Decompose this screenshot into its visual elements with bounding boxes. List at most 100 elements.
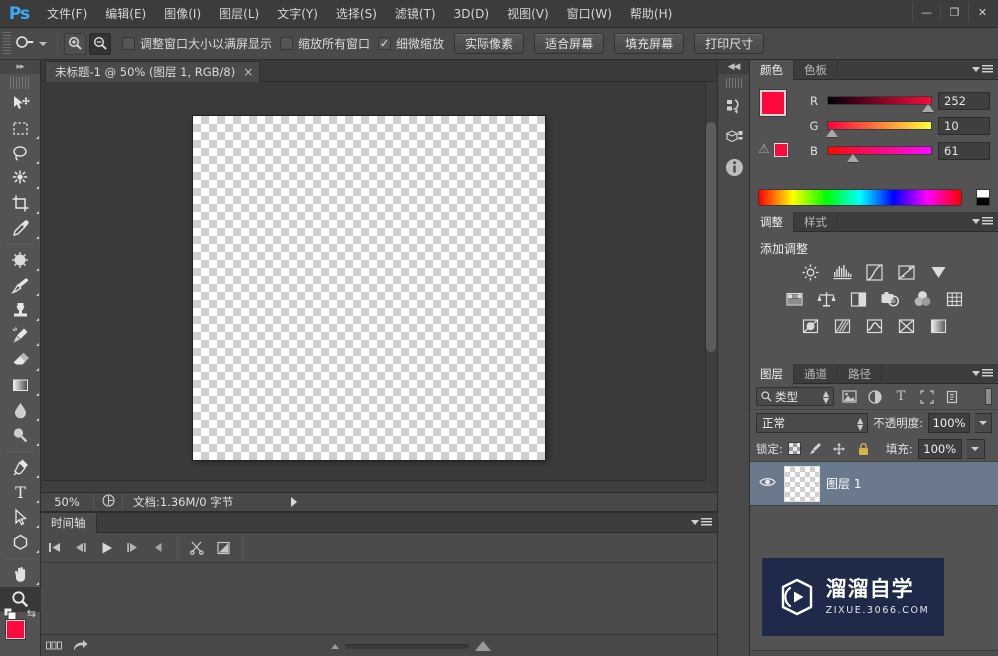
document-profile-icon[interactable] <box>98 494 118 510</box>
layers-panel-menu-button[interactable] <box>972 369 993 378</box>
document-tab[interactable]: 未标题-1 @ 50% (图层 1, RGB/8) × <box>45 61 261 82</box>
close-document-icon[interactable]: × <box>243 65 253 79</box>
color-balance-icon[interactable] <box>813 288 839 310</box>
menu-item-view[interactable]: 视图(V) <box>498 0 558 28</box>
toolbox-expand-collapse-icon[interactable]: ▸▸ <box>0 60 40 74</box>
transition-button[interactable] <box>210 533 236 563</box>
tab-swatches[interactable]: 色板 <box>794 59 838 80</box>
swap-colors-icon[interactable]: ⇆ <box>27 607 36 620</box>
filter-shape-icon[interactable] <box>916 387 938 407</box>
document-canvas[interactable] <box>193 116 545 460</box>
tool-path-selection[interactable] <box>0 505 41 530</box>
layer-thumbnail[interactable] <box>784 465 820 502</box>
menu-item-type[interactable]: 文字(Y) <box>268 0 327 28</box>
tool-eyedropper[interactable] <box>0 216 41 241</box>
filter-enable-toggle[interactable] <box>985 388 992 405</box>
menu-item-select[interactable]: 选择(S) <box>327 0 386 28</box>
menu-item-file[interactable]: 文件(F) <box>38 0 96 28</box>
canvas-vertical-scroll-thumb[interactable] <box>706 122 716 352</box>
tool-move[interactable] <box>0 91 41 116</box>
render-video-icon[interactable] <box>67 635 93 656</box>
channel-slider-r[interactable] <box>827 96 934 112</box>
vibrance-icon[interactable] <box>925 261 951 283</box>
filter-smart-object-icon[interactable] <box>942 387 964 407</box>
lock-position-icon[interactable] <box>830 439 849 458</box>
tab-layers[interactable]: 图层 <box>750 363 794 384</box>
opacity-dropdown-button[interactable] <box>974 413 992 433</box>
lock-transparent-pixels-icon[interactable] <box>787 442 801 455</box>
tab-timeline[interactable]: 时间轴 <box>41 512 97 533</box>
zoom-level-field[interactable]: 50% <box>41 495 89 509</box>
dock-grip[interactable] <box>725 78 742 88</box>
tab-channels[interactable]: 通道 <box>794 363 838 384</box>
checkbox-resize-windows-box[interactable] <box>122 37 135 50</box>
black-white-icon[interactable] <box>845 288 871 310</box>
channel-value-b[interactable]: 61 <box>938 141 990 160</box>
tab-color[interactable]: 颜色 <box>750 59 794 80</box>
options-bar-grip[interactable] <box>3 31 11 56</box>
hue-saturation-icon[interactable] <box>781 288 807 310</box>
menu-item-3d[interactable]: 3D(D) <box>445 0 498 28</box>
channel-value-r[interactable]: 252 <box>938 91 990 110</box>
canvas-vertical-scrollbar[interactable] <box>705 82 717 492</box>
lock-image-pixels-icon[interactable] <box>806 439 825 458</box>
tool-crop[interactable] <box>0 191 41 216</box>
actual-pixels-button[interactable]: 实际像素 <box>454 33 525 54</box>
opacity-value[interactable]: 100% <box>928 413 970 433</box>
layer-name[interactable]: 图层 1 <box>826 475 861 492</box>
tool-hand[interactable] <box>0 562 41 587</box>
menu-item-window[interactable]: 窗口(W) <box>558 0 621 28</box>
maximize-button[interactable]: ❐ <box>940 2 968 22</box>
next-frame-button[interactable] <box>119 533 145 563</box>
collapse-panels-icon[interactable]: ◀◀ <box>718 60 749 74</box>
timeline-zoom-track[interactable] <box>345 643 469 649</box>
zoom-in-large-icon[interactable] <box>475 641 491 651</box>
levels-icon[interactable] <box>829 261 855 283</box>
history-panel-icon[interactable] <box>718 92 751 122</box>
adjustments-panel-menu-button[interactable] <box>972 217 993 226</box>
tool-blur[interactable] <box>0 398 41 423</box>
tool-polygon-shape[interactable] <box>0 530 41 555</box>
tool-lasso[interactable] <box>0 141 41 166</box>
fill-screen-button[interactable]: 填充屏幕 <box>614 33 685 54</box>
channel-mixer-icon[interactable] <box>909 288 935 310</box>
mini-bridge-panel-icon[interactable] <box>718 122 751 152</box>
tool-magic-wand[interactable] <box>0 166 41 191</box>
color-spectrum-bw-swatch[interactable] <box>976 189 990 206</box>
previous-frame-button[interactable] <box>67 533 93 563</box>
tool-rectangular-marquee[interactable] <box>0 116 41 141</box>
menu-item-image[interactable]: 图像(I) <box>155 0 210 28</box>
checkbox-resize-windows-to-fit[interactable]: 调整窗口大小以满屏显示 <box>122 35 272 52</box>
blend-mode-updown-icon[interactable]: ▲ ▼ <box>857 417 863 432</box>
info-panel-icon[interactable] <box>718 152 751 182</box>
filter-type-icon[interactable]: T <box>890 387 912 407</box>
current-tool-indicator[interactable] <box>11 33 51 54</box>
tab-paths[interactable]: 路径 <box>838 363 882 384</box>
checkbox-zoom-all-windows-box[interactable] <box>280 37 294 50</box>
channel-slider-b[interactable] <box>827 146 932 162</box>
tab-styles[interactable]: 样式 <box>794 211 838 232</box>
fill-dropdown-button[interactable] <box>966 438 985 459</box>
color-lookup-icon[interactable] <box>941 288 967 310</box>
exposure-icon[interactable] <box>893 261 919 283</box>
lock-all-icon[interactable] <box>854 439 873 458</box>
color-panel-foreground-swatch[interactable] <box>760 90 786 116</box>
filter-adjustment-icon[interactable] <box>864 387 886 407</box>
tab-adjustments[interactable]: 调整 <box>750 211 794 232</box>
channel-value-g[interactable]: 10 <box>938 116 990 135</box>
menu-item-edit[interactable]: 编辑(E) <box>96 0 155 28</box>
checkbox-scrubby-zoom[interactable]: ✓ 细微缩放 <box>378 35 444 52</box>
convert-to-frame-animation-icon[interactable] <box>41 635 67 656</box>
minimize-button[interactable]: — <box>912 2 940 22</box>
tool-spot-healing-brush[interactable] <box>0 248 41 273</box>
invert-icon[interactable] <box>797 315 823 337</box>
timeline-zoom-slider[interactable] <box>331 635 491 656</box>
tool-pen[interactable] <box>0 455 41 480</box>
tool-preset-chevron-down-icon[interactable] <box>39 41 47 46</box>
channel-slider-knob-g[interactable] <box>826 129 838 137</box>
color-spectrum-ramp[interactable] <box>758 189 962 206</box>
layer-visibility-icon[interactable] <box>756 476 778 491</box>
channel-slider-knob-b[interactable] <box>847 154 859 162</box>
fill-value[interactable]: 100% <box>917 438 962 459</box>
out-of-gamut-warning[interactable]: ⚠ <box>758 142 788 157</box>
